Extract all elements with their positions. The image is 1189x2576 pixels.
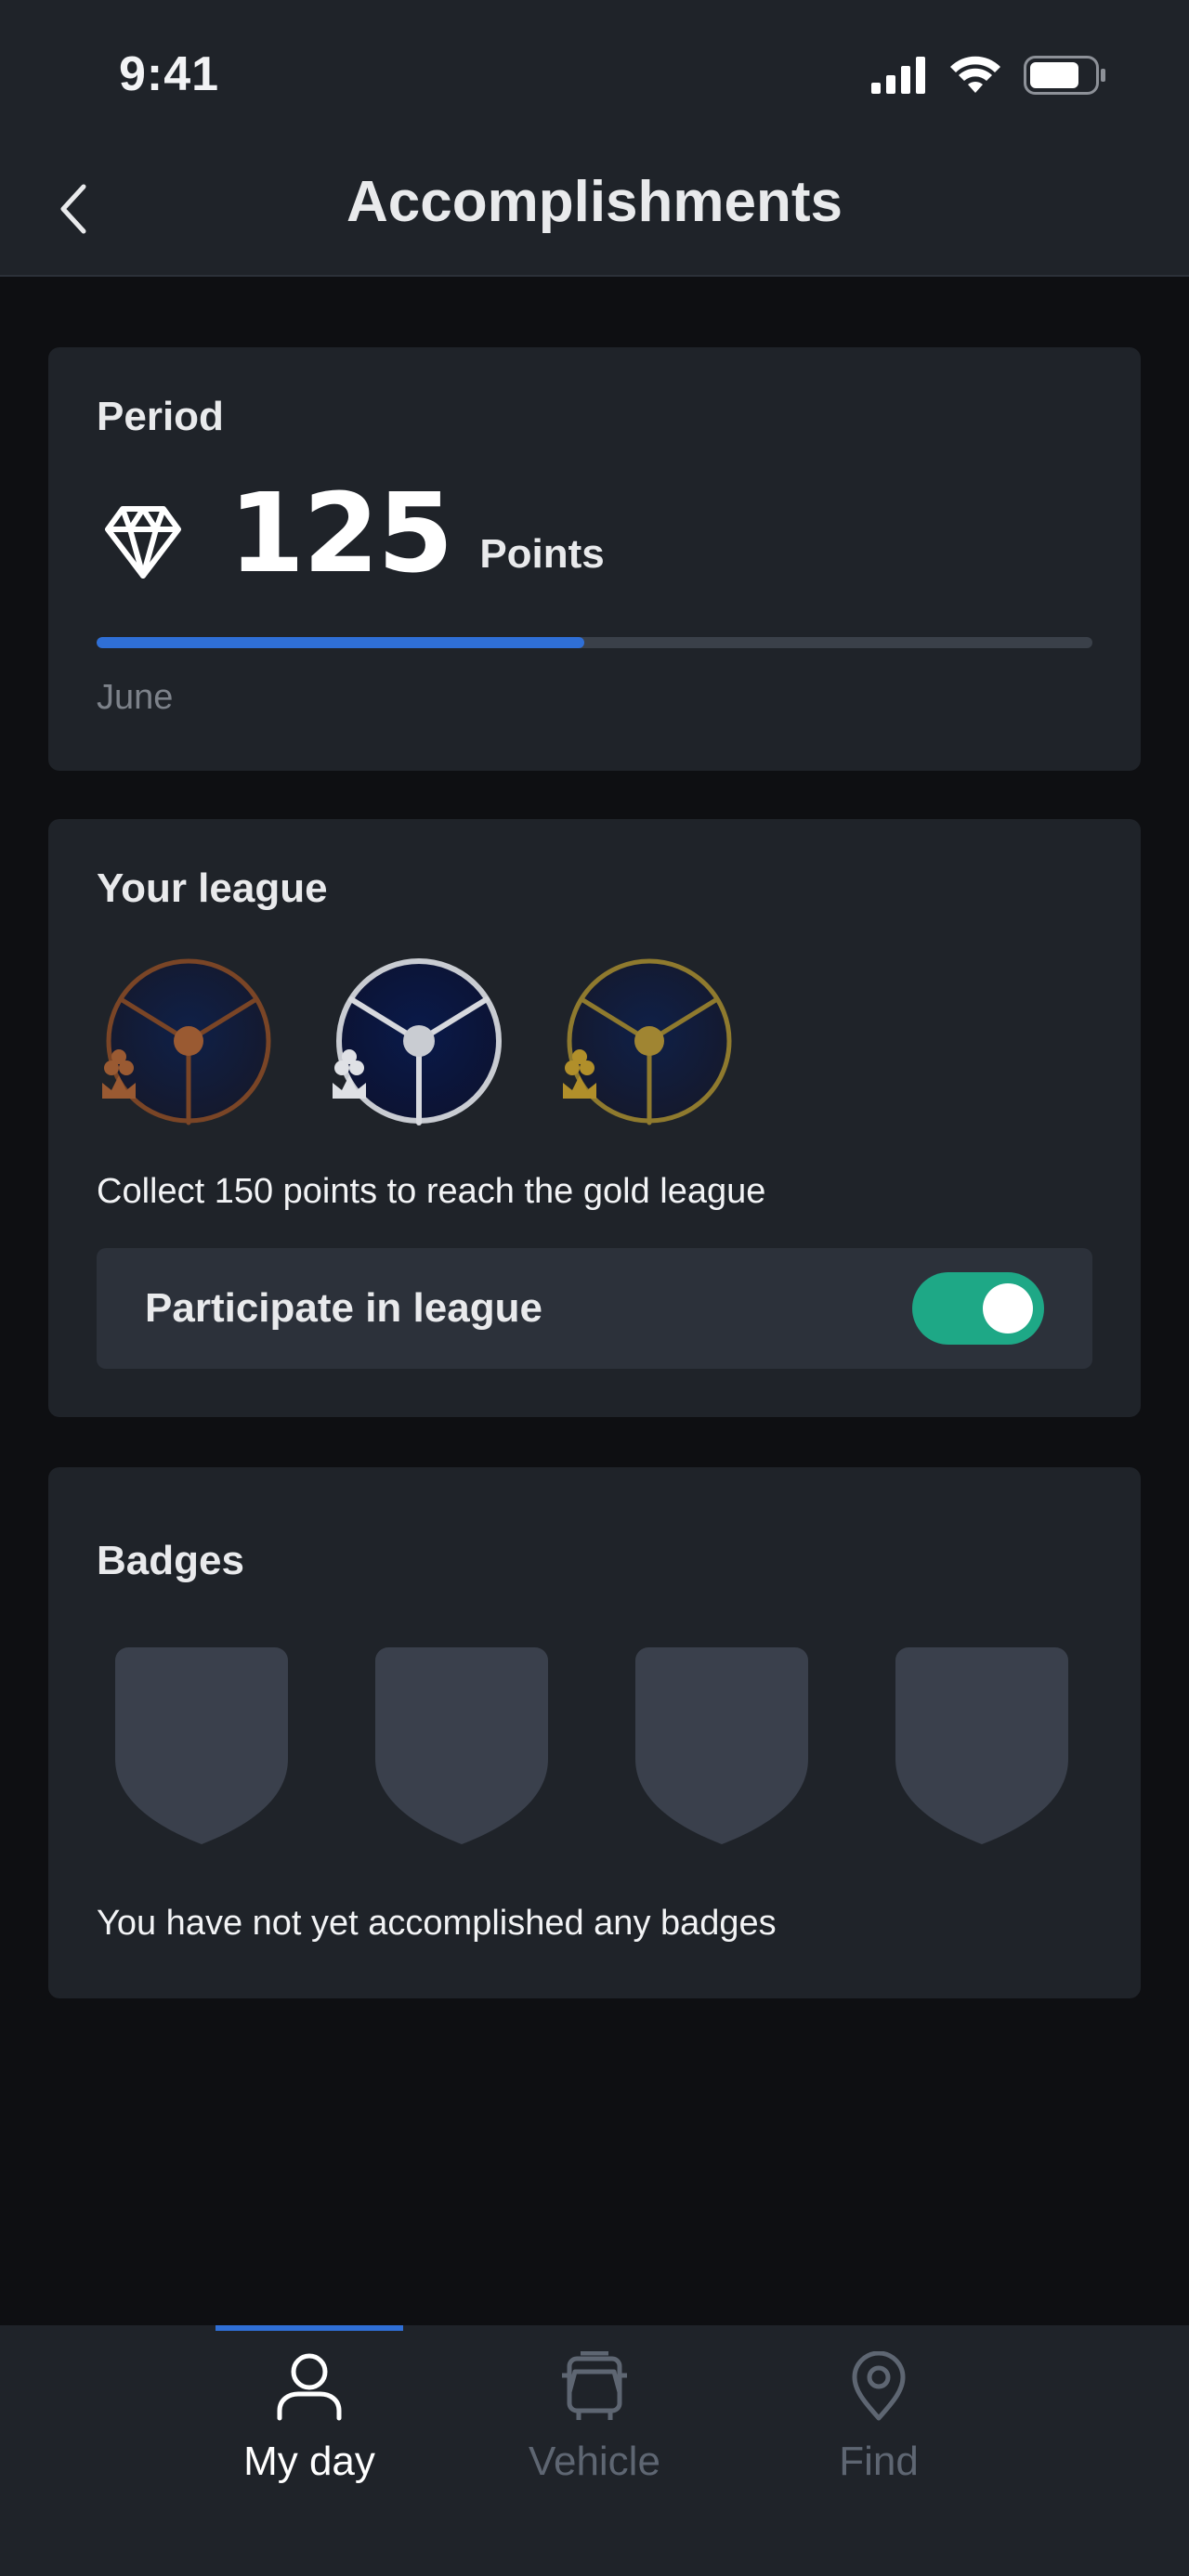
badge-placeholder-icon [375,1647,548,1844]
tab-label-my-day: My day [243,2439,375,2484]
participate-toggle[interactable] [912,1272,1044,1345]
badge-placeholder-icon [635,1647,808,1844]
league-message: Collect 150 points to reach the gold lea… [97,1172,766,1211]
bus-icon [559,2351,630,2422]
wifi-icon [950,56,1000,93]
tab-label-find: Find [839,2439,919,2484]
bronze-league-icon[interactable] [102,955,275,1127]
badges-message: You have not yet accomplished any badges [97,1904,777,1943]
league-card: Your league Collect 150 points to reach … [48,819,1141,1417]
status-icons [871,56,1107,95]
silver-league-icon[interactable] [333,955,505,1127]
points-value: 125 [229,469,453,597]
period-progress-bar [97,637,1092,648]
person-icon [274,2351,345,2422]
gold-league-icon[interactable] [563,955,736,1127]
badge-placeholder-icon [895,1647,1068,1844]
toggle-knob [983,1283,1033,1334]
badges-row [115,1647,1068,1844]
badge-placeholder-icon [115,1647,288,1844]
diamond-icon [105,506,181,579]
cellular-signal-icon [871,57,925,94]
badges-card: Badges You have not yet accomplished any… [48,1467,1141,1998]
page-title: Accomplishments [346,170,843,234]
active-tab-indicator [216,2325,403,2331]
tab-find[interactable]: Find [767,2351,990,2500]
status-bar: 9:41 [0,0,1189,149]
league-icons [102,955,736,1127]
participate-label: Participate in league [145,1285,542,1331]
points-unit: Points [479,531,605,577]
battery-icon [1024,56,1105,95]
status-time: 9:41 [119,47,220,101]
period-month-label: June [97,678,174,717]
tab-label-vehicle: Vehicle [529,2439,660,2484]
tab-my-day[interactable]: My day [198,2351,421,2500]
period-title: Period [97,394,224,439]
period-progress-fill [97,637,585,648]
participate-row: Participate in league [97,1248,1092,1369]
accomplishments-screen: 9:41 Accomplishments Period 125 Points J… [0,0,1189,2576]
location-pin-icon [843,2351,914,2422]
bottom-tab-bar: My day Vehicle Find [0,2325,1189,2576]
league-title: Your league [97,865,328,911]
badges-title: Badges [97,1538,244,1583]
tab-vehicle[interactable]: Vehicle [483,2351,706,2500]
period-card: Period 125 Points June [48,347,1141,771]
points-row: 125 Points [104,469,605,597]
navigation-header: Accomplishments [0,149,1189,277]
